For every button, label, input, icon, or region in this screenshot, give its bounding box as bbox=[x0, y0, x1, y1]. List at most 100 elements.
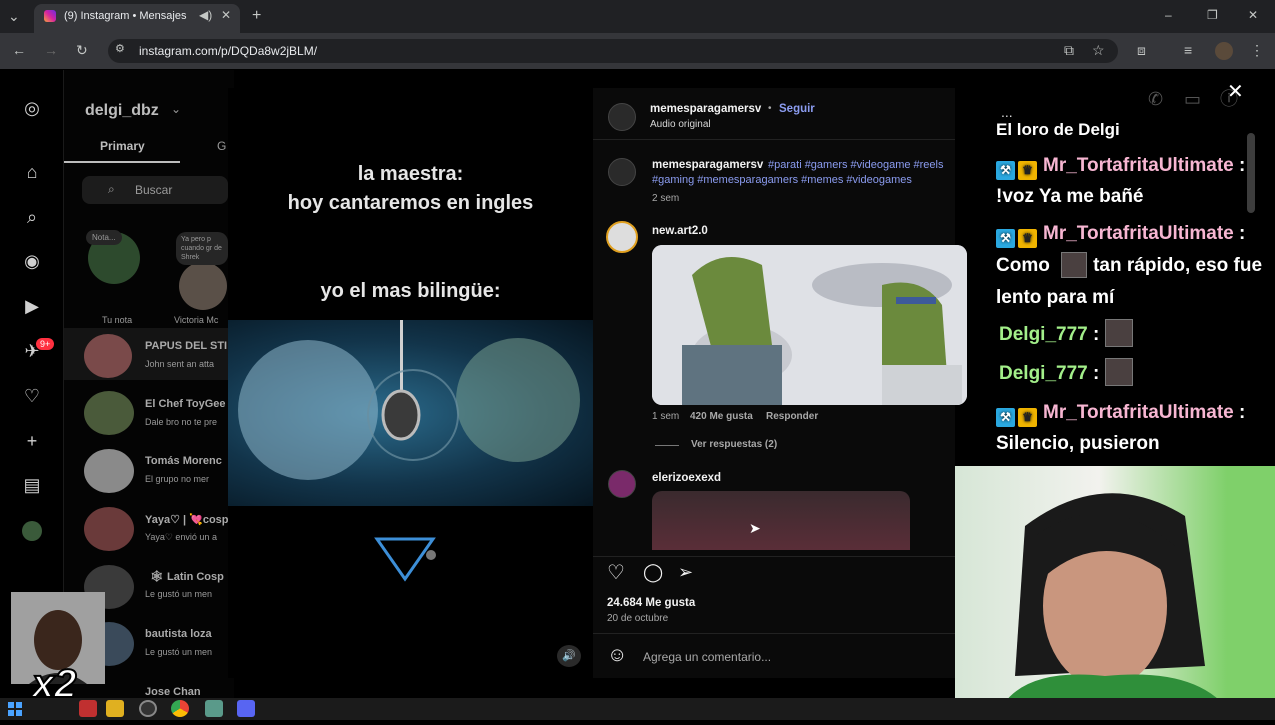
replies-line bbox=[655, 445, 679, 446]
emoji-picker-icon[interactable]: ☺ bbox=[607, 645, 627, 665]
reel-watermark-logo bbox=[373, 535, 437, 585]
profile-nav-avatar[interactable] bbox=[22, 521, 42, 541]
note-bubble-self: Nota... bbox=[86, 230, 122, 245]
post-author-avatar[interactable] bbox=[608, 103, 636, 131]
note-label-self: Tu nota bbox=[102, 315, 133, 325]
install-app-icon[interactable]: ⧉ bbox=[1064, 43, 1074, 57]
comment-author-avatar[interactable] bbox=[606, 221, 638, 253]
chat-scrollbar[interactable] bbox=[1247, 133, 1255, 213]
conversation-name[interactable]: 🕸 Latin Cosp bbox=[150, 570, 224, 583]
caption-author-name[interactable]: memesparagamersv bbox=[652, 159, 763, 171]
view-replies-button[interactable]: Ver respuestas (2) bbox=[691, 439, 777, 450]
reload-icon[interactable]: ↻ bbox=[76, 43, 88, 57]
total-likes[interactable]: 24.684 Me gusta bbox=[607, 597, 695, 609]
tab-general[interactable]: G bbox=[217, 139, 226, 153]
crown-badge-icon: ♛ bbox=[1018, 229, 1037, 248]
comment-gif-image[interactable] bbox=[652, 245, 967, 405]
instagram-favicon-icon bbox=[44, 10, 56, 22]
comment-image[interactable] bbox=[652, 491, 910, 550]
like-heart-icon[interactable]: ♡ bbox=[607, 563, 625, 583]
windows-taskbar bbox=[0, 698, 1275, 720]
chat-badge-icon: ⚒ bbox=[996, 408, 1015, 427]
file-explorer-icon[interactable] bbox=[106, 700, 124, 717]
caption-hashtags-2[interactable]: #gaming #memesparagamers #memes #videoga… bbox=[652, 174, 912, 186]
chat-message-text: !voz Ya me bañé bbox=[996, 186, 1144, 207]
crown-badge-icon: ♛ bbox=[1018, 161, 1037, 180]
reels-icon[interactable]: ▶ bbox=[18, 292, 46, 320]
close-window-button[interactable]: ✕ bbox=[1248, 9, 1258, 21]
conversation-avatar[interactable] bbox=[84, 334, 132, 378]
phone-call-icon[interactable]: ✆ bbox=[1148, 90, 1163, 108]
notepad-icon[interactable] bbox=[205, 700, 223, 717]
reply-button[interactable]: Responder bbox=[766, 411, 818, 422]
extensions-icon[interactable]: ⧈ bbox=[1137, 43, 1146, 57]
caption-hashtags-1[interactable]: #parati #gamers #videogame #reels bbox=[768, 159, 944, 171]
chat-text-part: tan rápido, eso fue bbox=[1093, 255, 1263, 276]
home-icon[interactable]: ⌂ bbox=[18, 158, 46, 186]
chat-message: Delgi_777 : bbox=[999, 358, 1134, 389]
chrome-icon[interactable] bbox=[171, 700, 189, 717]
conversation-name[interactable]: El Chef ToyGee bbox=[145, 398, 225, 410]
tab-audio-icon[interactable]: ◀) bbox=[199, 9, 212, 21]
notifications-heart-icon[interactable]: ♡ bbox=[18, 382, 46, 410]
conversation-name[interactable]: Tomás Morenc bbox=[145, 455, 222, 467]
windows-start-icon[interactable] bbox=[8, 702, 22, 716]
account-name[interactable]: delgi_dbz bbox=[85, 102, 159, 120]
back-icon[interactable]: ← bbox=[12, 43, 26, 57]
conversation-avatar[interactable] bbox=[84, 391, 134, 435]
comment-likes[interactable]: 420 Me gusta bbox=[690, 411, 753, 422]
taskbar-app-icon[interactable] bbox=[79, 700, 97, 717]
caption-author-avatar[interactable] bbox=[608, 158, 636, 186]
comment-author-name[interactable]: new.art2.0 bbox=[652, 225, 708, 237]
post-date: 20 de octubre bbox=[607, 613, 669, 624]
dot-separator: • bbox=[768, 103, 772, 114]
note-avatar-victoria[interactable] bbox=[179, 262, 227, 310]
maximize-button[interactable]: ❐ bbox=[1207, 9, 1218, 21]
comment-author-name[interactable]: elerizoexexd bbox=[652, 472, 721, 484]
create-icon[interactable]: + bbox=[18, 427, 46, 455]
new-tab-button[interactable]: + bbox=[252, 8, 261, 24]
divider bbox=[593, 556, 955, 557]
chat-emote-icon bbox=[1105, 319, 1134, 347]
conversation-name[interactable]: Jose Chan bbox=[145, 686, 201, 698]
close-modal-icon[interactable]: ✕ bbox=[1227, 82, 1244, 102]
tab-primary[interactable]: Primary bbox=[100, 139, 145, 153]
media-control-icon[interactable]: ≡ bbox=[1184, 43, 1192, 57]
account-switch-chevron-icon[interactable]: ⌄ bbox=[171, 102, 181, 116]
profile-avatar[interactable] bbox=[1215, 42, 1233, 60]
audio-original-link[interactable]: Audio original bbox=[650, 119, 711, 130]
conversation-name[interactable]: PAPUS DEL STI bbox=[145, 340, 227, 352]
url-text[interactable]: instagram.com/p/DQDa8w2jBLM/ bbox=[139, 44, 317, 58]
share-send-icon[interactable]: ➢ bbox=[678, 563, 693, 581]
search-icon[interactable]: ⌕ bbox=[18, 203, 46, 231]
site-info-icon[interactable]: ⚙ bbox=[115, 44, 125, 55]
instagram-logo-icon[interactable]: ◎ bbox=[18, 94, 46, 122]
conversation-avatar[interactable] bbox=[84, 449, 134, 493]
dashboard-icon[interactable]: ▤ bbox=[18, 471, 46, 499]
follow-button[interactable]: Seguir bbox=[779, 103, 815, 115]
conversation-name[interactable]: Yaya♡ | 💘cosp bbox=[145, 513, 229, 526]
obs-icon[interactable] bbox=[139, 700, 157, 717]
minimize-button[interactable]: – bbox=[1165, 9, 1172, 21]
post-author-name[interactable]: memesparagamersv bbox=[650, 103, 761, 115]
comment-author-avatar[interactable] bbox=[608, 470, 636, 498]
conversation-name[interactable]: bautista loza bbox=[145, 628, 212, 640]
bookmark-star-icon[interactable]: ☆ bbox=[1092, 43, 1105, 57]
video-call-icon[interactable]: ▭ bbox=[1184, 90, 1201, 108]
chat-message-text: lento para mí bbox=[996, 287, 1115, 308]
discord-icon[interactable] bbox=[237, 700, 255, 717]
chat-message: ⚒ ♛ Mr_TortafritaUltimate : bbox=[996, 218, 1245, 249]
caption-age: 2 sem bbox=[652, 193, 680, 204]
forward-icon[interactable]: → bbox=[44, 43, 58, 57]
explore-icon[interactable]: ◉ bbox=[18, 247, 46, 275]
comment-input[interactable]: Agrega un comentario... bbox=[643, 650, 771, 664]
tab-search-icon[interactable]: ⌄ bbox=[8, 9, 20, 23]
chat-username: Mr_TortafritaUltimate bbox=[1043, 155, 1234, 176]
conversation-avatar[interactable] bbox=[84, 507, 134, 551]
menu-kebab-icon[interactable]: ⋮ bbox=[1250, 43, 1264, 57]
mute-toggle-icon[interactable]: 🔊 bbox=[557, 645, 581, 667]
tab-close-icon[interactable]: ✕ bbox=[221, 9, 231, 21]
chat-emote-icon bbox=[1061, 252, 1088, 278]
conversation-preview: Dale bro no te pre bbox=[145, 417, 218, 427]
comment-bubble-icon[interactable]: ◯ bbox=[643, 563, 663, 581]
